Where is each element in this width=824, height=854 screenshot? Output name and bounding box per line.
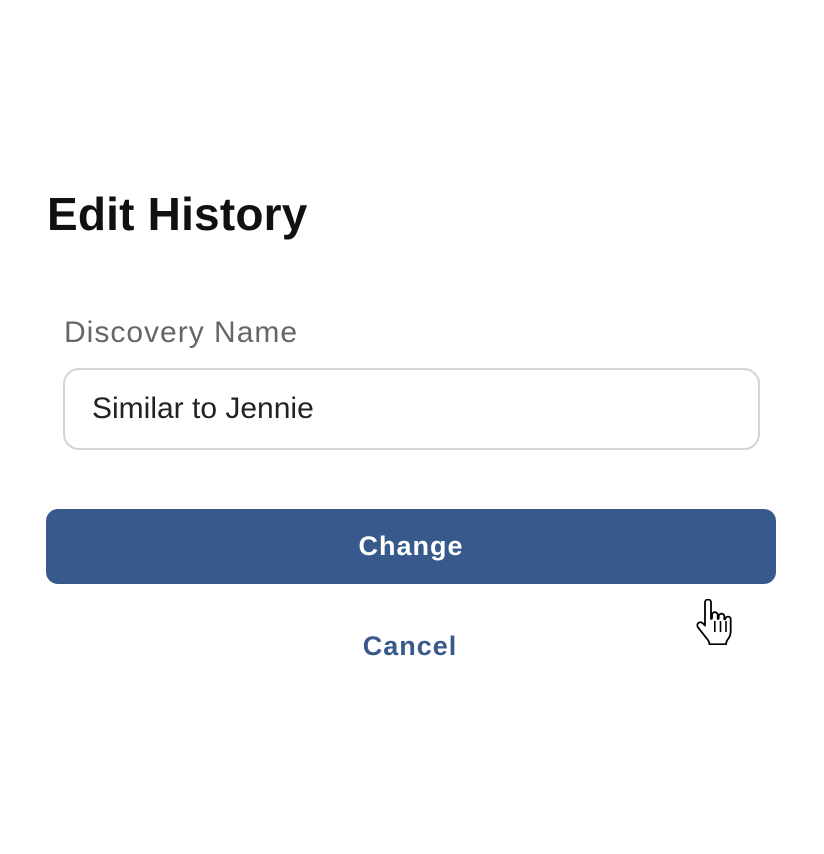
cancel-button[interactable]: Cancel: [310, 626, 510, 666]
edit-history-dialog: Edit History Discovery Name Change Cance…: [0, 0, 824, 854]
discovery-name-label: Discovery Name: [64, 316, 299, 349]
dialog-title: Edit History: [47, 188, 308, 240]
hand-pointer-cursor-icon: [696, 599, 732, 645]
change-button[interactable]: Change: [46, 509, 776, 584]
discovery-name-input[interactable]: [63, 368, 760, 450]
